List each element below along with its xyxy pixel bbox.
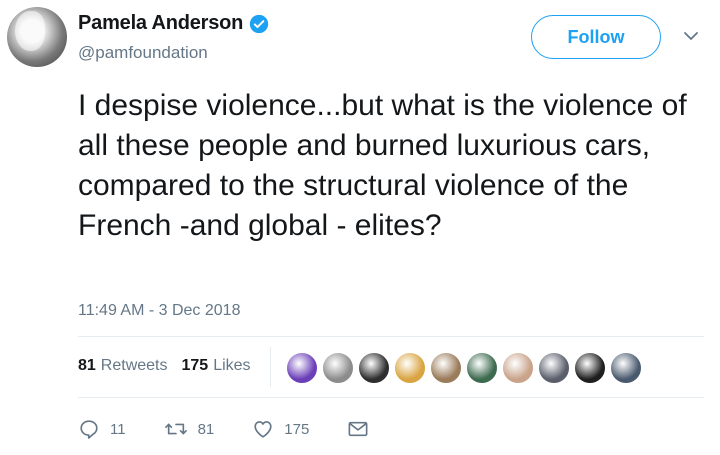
retweet-button[interactable]: 81 [164,418,215,440]
chevron-down-icon[interactable] [683,30,699,42]
tweet-timestamp[interactable]: 11:49 AM - 3 Dec 2018 [78,302,240,320]
retweets-stat[interactable]: 81 Retweets [78,357,168,375]
reply-button[interactable]: 11 [78,418,126,440]
like-button[interactable]: 175 [252,418,309,440]
liker-avatar[interactable] [358,352,390,384]
user-handle[interactable]: @pamfoundation [78,43,208,63]
liker-avatar[interactable] [430,352,462,384]
engagement-stats: 81 Retweets 175 Likes [78,357,251,375]
display-name[interactable]: Pamela Anderson [78,12,243,35]
reply-icon [80,420,98,439]
liker-avatar[interactable] [466,352,498,384]
tweet-actions: 11 81 175 [78,418,407,440]
liker-avatar[interactable] [286,352,318,384]
liker-avatar[interactable] [574,352,606,384]
reply-count: 11 [110,420,126,438]
heart-icon [254,421,272,438]
like-count: 175 [284,420,310,438]
envelope-icon [348,421,368,437]
likes-stat[interactable]: 175 Likes [182,357,251,375]
avatar[interactable] [7,7,67,67]
retweet-count: 81 [197,420,215,438]
stats-divider [270,347,271,387]
divider [78,397,704,398]
user-name-row: Pamela Anderson [78,12,269,35]
verified-badge-icon [250,14,269,33]
tweet-text: I despise violence...but what is the vio… [78,89,687,242]
likes-count: 175 [181,357,209,374]
divider [78,336,704,337]
direct-message-button[interactable] [347,419,369,439]
liker-avatar[interactable] [610,352,642,384]
likes-label: Likes [213,357,251,374]
liker-avatars [286,352,646,384]
follow-button[interactable]: Follow [531,15,661,59]
retweet-icon [164,423,187,435]
liker-avatar[interactable] [322,352,354,384]
liker-avatar[interactable] [538,352,570,384]
liker-avatar[interactable] [394,352,426,384]
retweets-count: 81 [78,357,96,374]
liker-avatar[interactable] [502,352,534,384]
retweets-label: Retweets [100,357,168,374]
